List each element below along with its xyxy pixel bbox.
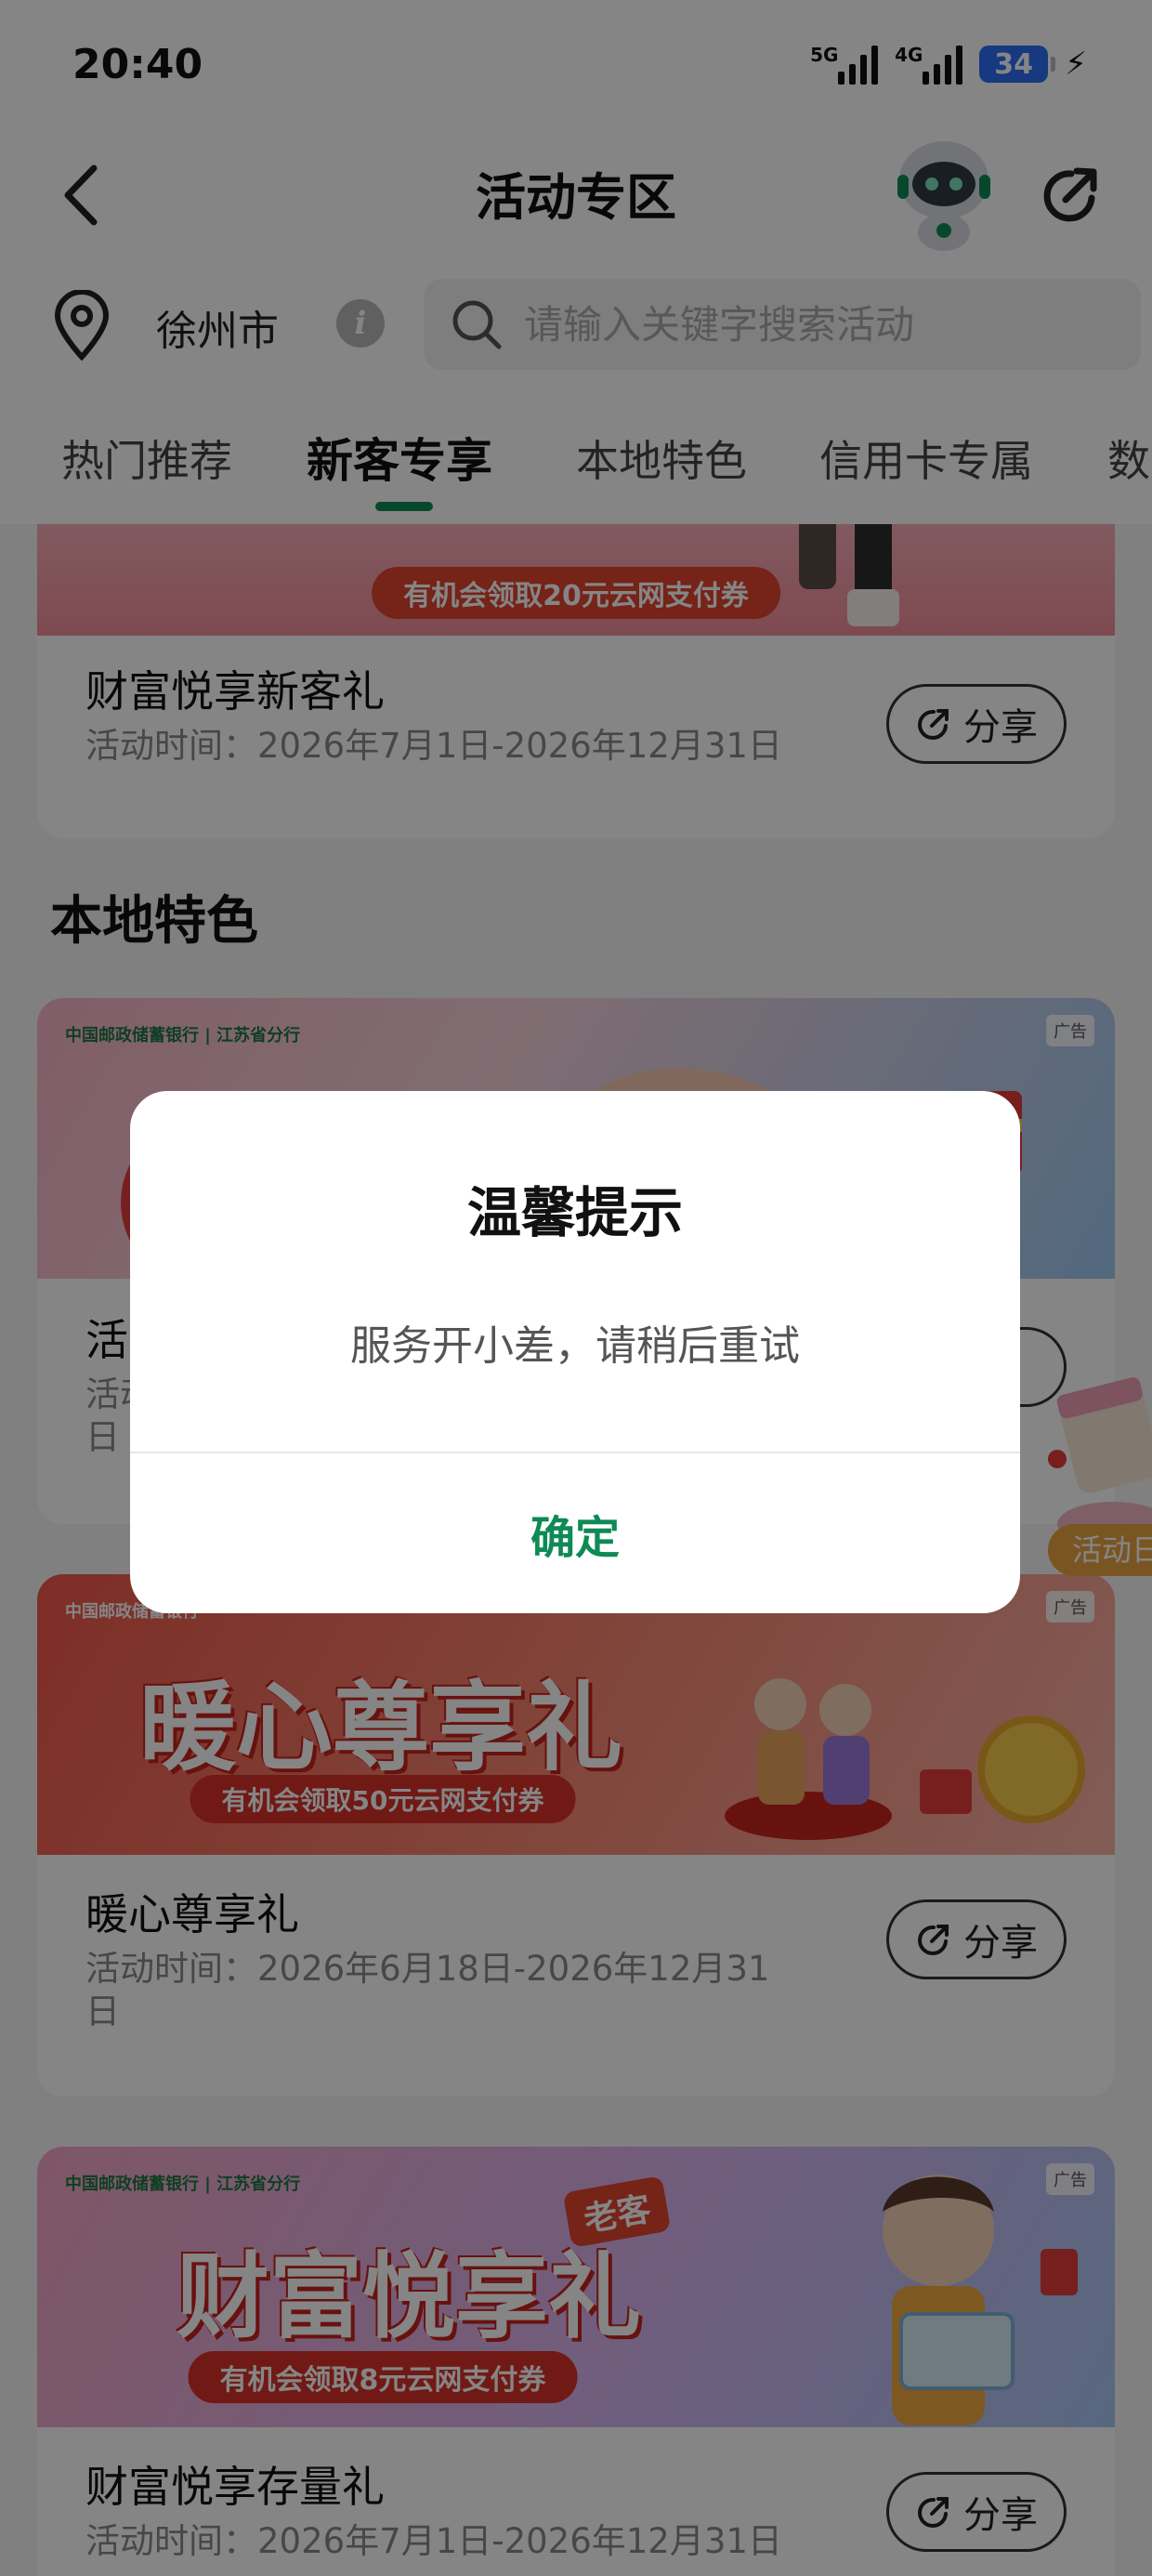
dialog-message: 服务开小差，请稍后重试 bbox=[350, 1322, 800, 1370]
confirm-button[interactable]: 确定 bbox=[130, 1453, 1020, 1613]
alert-dialog: 温馨提示 服务开小差，请稍后重试 确定 bbox=[130, 1091, 1020, 1613]
dialog-title: 温馨提示 bbox=[466, 1181, 683, 1244]
